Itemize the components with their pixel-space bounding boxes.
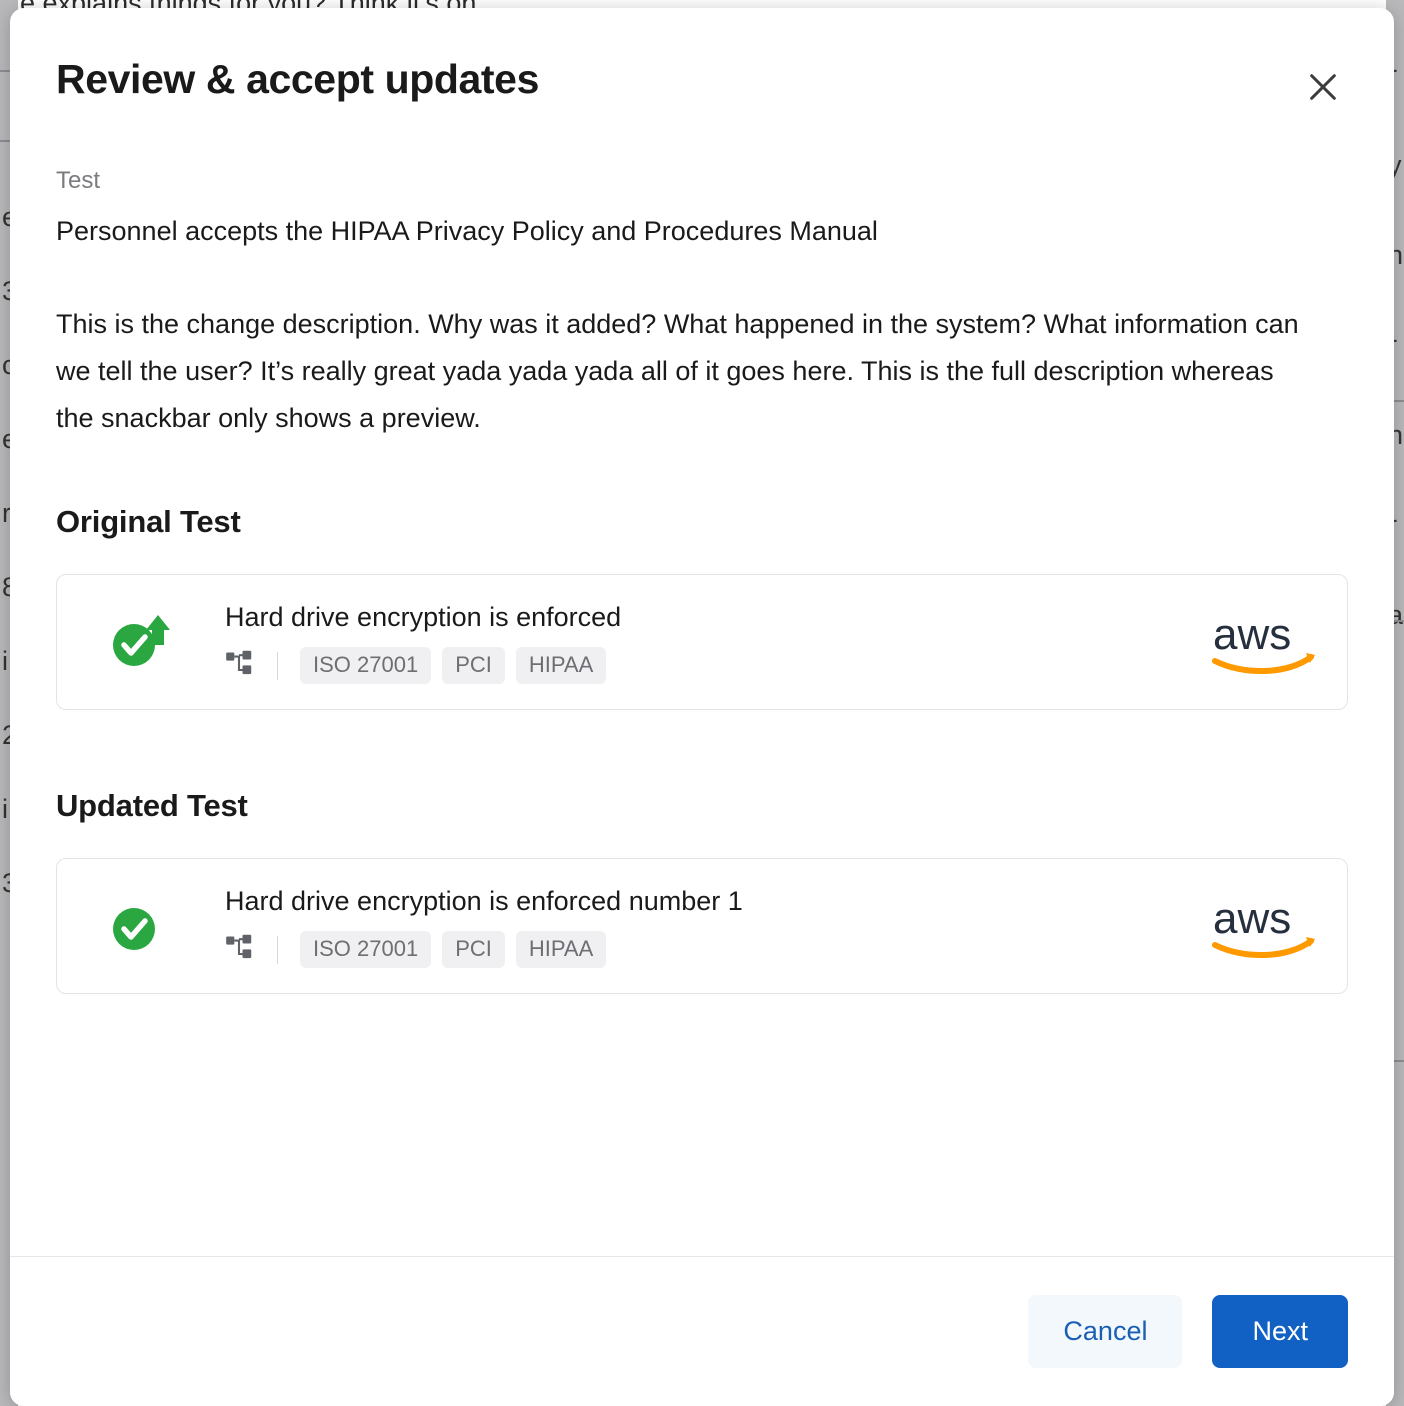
meta-divider: [277, 651, 278, 680]
framework-chip[interactable]: ISO 27001: [300, 931, 432, 969]
svg-text:aws: aws: [1213, 894, 1291, 943]
test-name: Hard drive encryption is enforced number…: [225, 885, 743, 916]
framework-chips: ISO 27001 PCI HIPAA: [300, 647, 607, 685]
framework-chip[interactable]: PCI: [442, 647, 505, 685]
cancel-button[interactable]: Cancel: [1028, 1295, 1183, 1368]
svg-text:aws: aws: [1213, 610, 1291, 659]
aws-logo: aws: [1169, 609, 1319, 675]
framework-chip[interactable]: ISO 27001: [300, 647, 432, 685]
account-tree-icon: [225, 649, 253, 682]
dialog-footer: Cancel Next: [10, 1256, 1394, 1406]
check-circle-with-up-arrow-icon: [110, 611, 172, 674]
meta-divider: [277, 935, 278, 964]
account-tree-icon: [225, 933, 253, 966]
page-title: Review & accept updates: [56, 56, 539, 102]
test-card-original[interactable]: Hard drive encryption is enforced ISO 27…: [56, 574, 1348, 711]
test-name: Hard drive encryption is enforced: [225, 601, 622, 632]
review-accept-updates-dialog: Review & accept updates Test Personnel a…: [10, 8, 1394, 1406]
section-title-updated: Updated Test: [56, 788, 248, 824]
change-description: This is the change description. Why was …: [56, 309, 1299, 434]
test-meta: ISO 27001 PCI HIPAA: [225, 647, 1169, 685]
dialog-body: Review & accept updates Test Personnel a…: [10, 8, 1394, 1256]
framework-chips: ISO 27001 PCI HIPAA: [300, 931, 607, 969]
next-button[interactable]: Next: [1212, 1295, 1348, 1368]
framework-chip[interactable]: HIPAA: [515, 647, 607, 685]
aws-logo: aws: [1169, 893, 1319, 959]
framework-chip[interactable]: HIPAA: [515, 931, 607, 969]
test-meta: ISO 27001 PCI HIPAA: [225, 931, 1169, 969]
framework-chip[interactable]: PCI: [442, 931, 505, 969]
status-icon-wrapper: [57, 611, 225, 674]
test-card-updated[interactable]: Hard drive encryption is enforced number…: [56, 858, 1348, 995]
subject-value: Personnel accepts the HIPAA Privacy Poli…: [56, 216, 878, 247]
status-icon-wrapper: [57, 895, 225, 958]
test-card-content: Hard drive encryption is enforced number…: [225, 885, 1169, 969]
close-icon: [1306, 70, 1340, 104]
section-title-original: Original Test: [56, 504, 241, 540]
subject-label: Test: [56, 167, 101, 195]
close-button[interactable]: [1300, 64, 1346, 110]
test-card-content: Hard drive encryption is enforced ISO 27…: [225, 601, 1169, 685]
check-circle-icon: [110, 895, 172, 958]
